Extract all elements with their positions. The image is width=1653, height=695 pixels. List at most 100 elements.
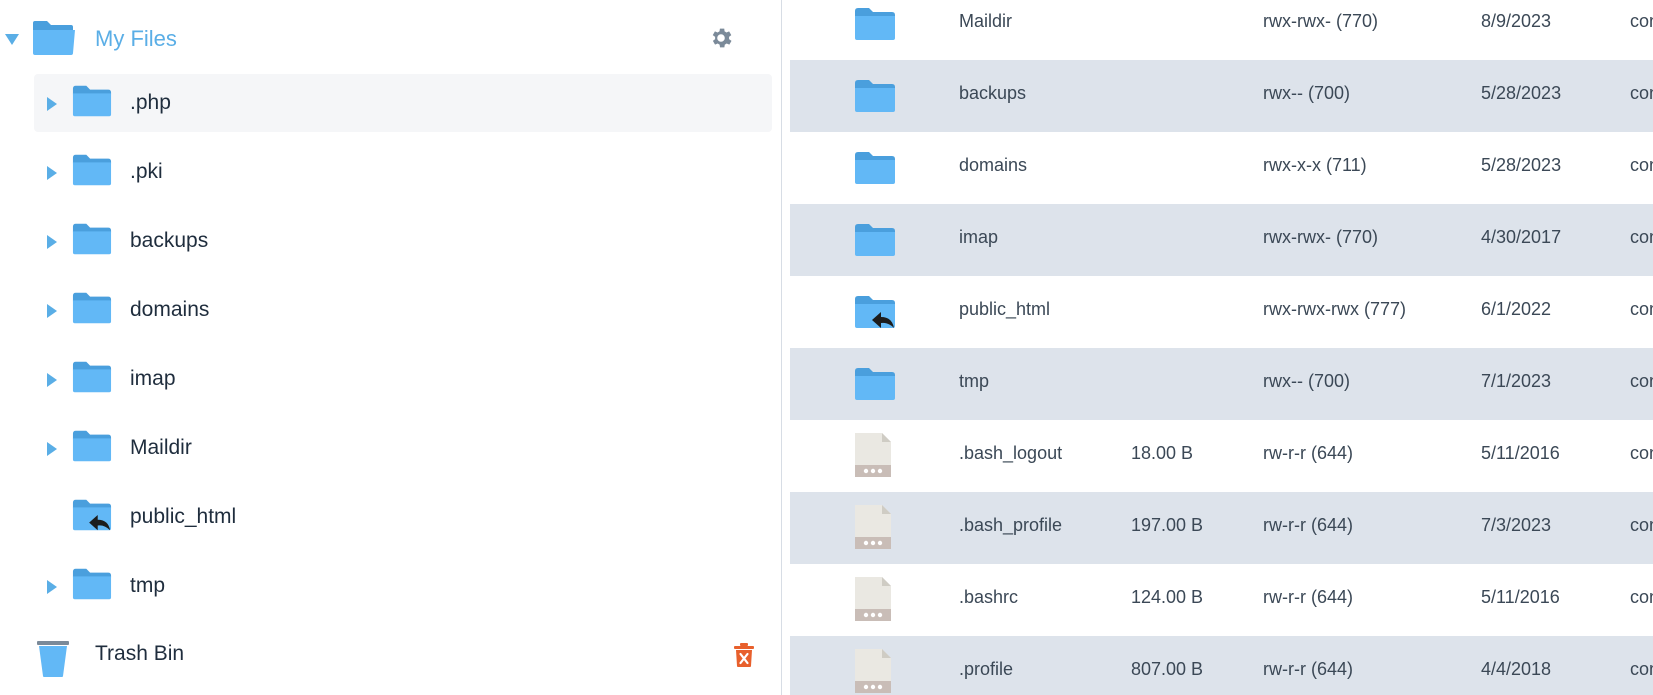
file-owner: con: [1630, 83, 1653, 103]
table-row[interactable]: public_html rwx-rwx-rwx (777) 6/1/2022 con: [790, 276, 1653, 348]
tree-item-imap[interactable]: imap: [34, 350, 772, 408]
tree-root-my-files[interactable]: My Files: [0, 10, 781, 66]
document-icon: [855, 433, 891, 477]
tree-item-label[interactable]: backups: [130, 229, 208, 253]
folder-icon: [72, 430, 112, 462]
file-name[interactable]: tmp: [959, 371, 989, 392]
table-row[interactable]: imap rwx-rwx- (770) 4/30/2017 con: [790, 204, 1653, 276]
file-modified-date: 5/28/2023: [1481, 155, 1562, 175]
tree-item-label[interactable]: .php: [130, 91, 171, 115]
collapse-caret-icon[interactable]: [5, 34, 19, 45]
file-name[interactable]: .bash_profile: [959, 515, 1062, 536]
file-owner: con: [1630, 515, 1653, 535]
file-owner: con: [1630, 227, 1653, 247]
tree-item-label[interactable]: tmp: [130, 574, 165, 598]
tree-item-label[interactable]: domains: [130, 298, 209, 322]
trash-delete-icon[interactable]: [733, 642, 755, 668]
file-modified-date: 5/11/2016: [1481, 443, 1560, 463]
trash-bin-label[interactable]: Trash Bin: [95, 642, 184, 666]
expand-caret-icon[interactable]: [47, 580, 57, 594]
folder-icon: [855, 152, 895, 184]
folder-open-icon: [33, 21, 75, 55]
file-permissions: rwx-- (700): [1263, 83, 1351, 103]
trash-bin-icon: [37, 641, 69, 677]
symlink-folder-icon: [855, 296, 895, 328]
tree-item-backups[interactable]: backups: [34, 212, 772, 270]
tree-item-dot-php[interactable]: .php: [34, 74, 772, 132]
root-folder-label[interactable]: My Files: [95, 26, 177, 52]
file-name[interactable]: imap: [959, 227, 998, 248]
symlink-folder-icon: [72, 499, 112, 531]
expand-caret-icon[interactable]: [47, 97, 57, 111]
expand-caret-icon[interactable]: [47, 304, 57, 318]
folder-icon: [855, 8, 895, 40]
file-modified-date: 7/3/2023: [1481, 515, 1552, 535]
expand-caret-icon[interactable]: [47, 166, 57, 180]
file-permissions: rwx-x-x (711): [1263, 155, 1367, 175]
file-owner: con: [1630, 587, 1653, 607]
tree-item-tmp[interactable]: tmp: [34, 557, 772, 615]
file-permissions: rw-r-r (644): [1263, 587, 1353, 607]
file-name[interactable]: .bashrc: [959, 587, 1018, 608]
trash-bin-item[interactable]: Trash Bin: [0, 630, 781, 686]
folder-icon: [72, 154, 112, 186]
tree-item-label[interactable]: Maildir: [130, 436, 192, 460]
tree-item-label[interactable]: imap: [130, 367, 176, 391]
document-icon: [855, 505, 891, 549]
table-row[interactable]: tmp rwx-- (700) 7/1/2023 con: [790, 348, 1653, 420]
file-permissions: rwx-rwx- (770): [1263, 11, 1378, 31]
table-row[interactable]: .bashrc 124.00 B rw-r-r (644) 5/11/2016 con: [790, 564, 1653, 636]
tree-item-maildir[interactable]: Maildir: [34, 419, 772, 477]
file-permissions: rw-r-r (644): [1263, 659, 1353, 679]
tree-item-label[interactable]: .pki: [130, 160, 163, 184]
file-list: Maildir rwx-rwx- (770) 8/9/2023 con backups r…: [782, 0, 1653, 695]
expand-caret-icon[interactable]: [47, 235, 57, 249]
file-owner: con: [1630, 371, 1653, 391]
expand-caret-icon[interactable]: [47, 442, 57, 456]
file-name[interactable]: Maildir: [959, 11, 1012, 32]
file-name[interactable]: .bash_logout: [959, 443, 1062, 464]
table-row[interactable]: backups rwx-- (700) 5/28/2023 con: [790, 60, 1653, 132]
file-owner: con: [1630, 11, 1653, 31]
file-size: 197.00 B: [1131, 515, 1204, 535]
expand-caret-icon[interactable]: [47, 373, 57, 387]
tree-item-label[interactable]: public_html: [130, 505, 236, 529]
table-row[interactable]: Maildir rwx-rwx- (770) 8/9/2023 con: [790, 0, 1653, 60]
file-name[interactable]: domains: [959, 155, 1027, 176]
file-size: 18.00 B: [1131, 443, 1194, 463]
table-row[interactable]: .profile 807.00 B rw-r-r (644) 4/4/2018 con: [790, 636, 1653, 695]
file-size: 807.00 B: [1131, 659, 1204, 679]
file-name[interactable]: public_html: [959, 299, 1050, 320]
file-size: 124.00 B: [1131, 587, 1204, 607]
file-owner: con: [1630, 155, 1653, 175]
file-permissions: rwx-- (700): [1263, 371, 1351, 391]
file-modified-date: 5/28/2023: [1481, 83, 1562, 103]
document-icon: [855, 577, 891, 621]
table-row[interactable]: .bash_logout 18.00 B rw-r-r (644) 5/11/2016…: [790, 420, 1653, 492]
table-row[interactable]: .bash_profile 197.00 B rw-r-r (644) 7/3/202…: [790, 492, 1653, 564]
folder-icon: [72, 85, 112, 117]
file-permissions: rwx-rwx- (770): [1263, 227, 1378, 247]
file-permissions: rwx-rwx-rwx (777): [1263, 299, 1406, 319]
gear-icon[interactable]: [708, 25, 734, 51]
file-modified-date: 7/1/2023: [1481, 371, 1552, 391]
folder-icon: [72, 568, 112, 600]
file-owner: con: [1630, 659, 1653, 679]
folder-icon: [855, 368, 895, 400]
folder-icon: [72, 223, 112, 255]
tree-item-public-html[interactable]: public_html: [34, 488, 772, 546]
file-owner: con: [1630, 299, 1653, 319]
document-icon: [855, 649, 891, 693]
folder-icon: [855, 80, 895, 112]
file-name[interactable]: backups: [959, 83, 1026, 104]
sidebar: My Files .php .pki backups domains imap Maild…: [0, 0, 781, 695]
table-row[interactable]: domains rwx-x-x (711) 5/28/2023 con: [790, 132, 1653, 204]
file-permissions: rw-r-r (644): [1263, 515, 1353, 535]
folder-icon: [855, 224, 895, 256]
tree-item-dot-pki[interactable]: .pki: [34, 143, 772, 201]
file-modified-date: 4/4/2018: [1481, 659, 1552, 679]
file-name[interactable]: .profile: [959, 659, 1013, 680]
tree-item-domains[interactable]: domains: [34, 281, 772, 339]
file-owner: con: [1630, 443, 1653, 463]
file-modified-date: 4/30/2017: [1481, 227, 1562, 247]
